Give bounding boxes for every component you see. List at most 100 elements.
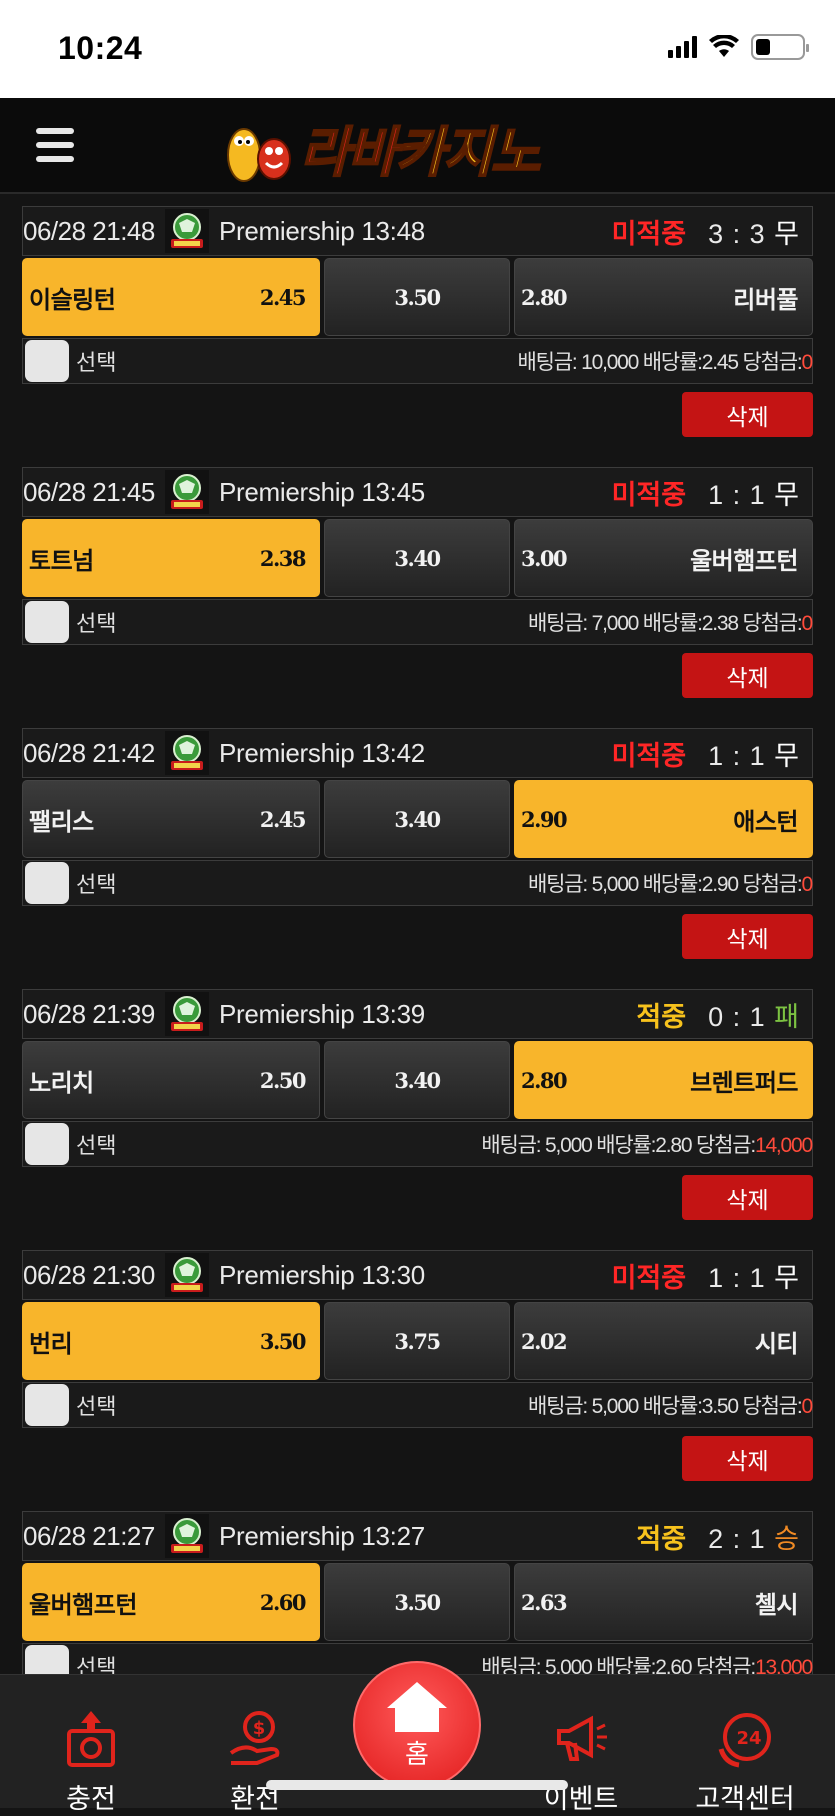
away-odd-button[interactable]: 2.02 시티: [514, 1302, 813, 1380]
home-odd-button[interactable]: 울버햄프턴 2.60: [22, 1563, 320, 1641]
draw-odd-value: 3.40: [394, 806, 441, 832]
bet-info-row: 선택 배팅금: 5,000 배당률:2.90 당첨금:0: [22, 860, 813, 906]
home-team: 이슬링턴: [29, 286, 116, 314]
home-team: 토트넘: [29, 547, 94, 575]
bet-time: 06/28 21:30: [23, 1259, 155, 1290]
draw-odd-button[interactable]: 3.40: [324, 519, 510, 597]
bet-score: 2 : 1 승: [708, 1523, 800, 1554]
away-odd-value: 2.63: [521, 1589, 568, 1615]
signal-icon: [668, 36, 697, 58]
home-odd-button[interactable]: 이슬링턴 2.45: [22, 258, 320, 336]
soccer-icon: [165, 731, 209, 775]
bet-outcome: 승: [774, 1523, 800, 1554]
home-odd-value: 2.45: [259, 806, 307, 832]
bet-league: Premiership 13:45: [219, 476, 425, 507]
bet-info-row: 선택 배팅금: 5,000 배당률:2.80 당첨금:14,000: [22, 1121, 813, 1167]
bet-result: 적중: [636, 1523, 687, 1554]
away-odd-button[interactable]: 2.90 애스턴: [514, 780, 813, 858]
larva-mascot-icon: [227, 128, 291, 182]
home-odd-value: 2.45: [259, 284, 307, 310]
select-checkbox[interactable]: [25, 1123, 69, 1165]
away-team: 브렌트퍼드: [690, 1069, 798, 1097]
tab-support[interactable]: 24 고객센터: [690, 1709, 800, 1816]
soccer-icon: [165, 992, 209, 1036]
select-checkbox[interactable]: [25, 1384, 69, 1426]
svg-text:24: 24: [736, 1728, 761, 1749]
bet-score: 1 : 1 무: [708, 1262, 800, 1293]
delete-button[interactable]: 삭제: [682, 392, 813, 437]
select-label: 선택: [76, 611, 117, 636]
home-odd-value: 2.38: [259, 545, 307, 571]
bet-header: 06/28 21:48 Premiership 13:48 미적중 3 : 3 …: [22, 206, 813, 256]
home-odd-button[interactable]: 토트넘 2.38: [22, 519, 320, 597]
soccer-icon: [165, 209, 209, 253]
draw-odd-button[interactable]: 3.40: [324, 780, 510, 858]
select-checkbox[interactable]: [25, 601, 69, 643]
hamburger-menu-icon[interactable]: [36, 128, 74, 162]
home-odd-value: 2.50: [259, 1067, 307, 1093]
wifi-icon: [709, 35, 739, 57]
charge-icon: [67, 1711, 115, 1767]
home-odd-button[interactable]: 팰리스 2.45: [22, 780, 320, 858]
away-odd-button[interactable]: 2.80 브렌트퍼드: [514, 1041, 813, 1119]
bet-header: 06/28 21:45 Premiership 13:45 미적중 1 : 1 …: [22, 467, 813, 517]
away-team: 애스턴: [733, 808, 798, 836]
draw-odd-button[interactable]: 3.75: [324, 1302, 510, 1380]
soccer-icon: [165, 1514, 209, 1558]
draw-odd-button[interactable]: 3.40: [324, 1041, 510, 1119]
tab-event[interactable]: 이벤트: [526, 1709, 636, 1816]
away-odd-button[interactable]: 2.80 리버풀: [514, 258, 813, 336]
bet-league: Premiership 13:48: [219, 215, 425, 246]
odds-row: 팰리스 2.45 3.40 2.90 애스턴: [22, 780, 813, 858]
bet-outcome: 무: [774, 1262, 800, 1293]
tab-label: 충전: [66, 1784, 116, 1814]
draw-odd-value: 3.40: [394, 545, 441, 571]
bet-card: 06/28 21:45 Premiership 13:45 미적중 1 : 1 …: [22, 467, 813, 728]
away-odd-value: 3.00: [521, 545, 568, 571]
home-indicator: [266, 1780, 568, 1790]
home-button[interactable]: 홈: [353, 1661, 481, 1789]
draw-odd-button[interactable]: 3.50: [324, 1563, 510, 1641]
away-odd-button[interactable]: 2.63 첼시: [514, 1563, 813, 1641]
home-icon: [387, 1681, 447, 1732]
select-checkbox[interactable]: [25, 862, 69, 904]
app-header: 라바카지노: [0, 98, 835, 194]
bet-header: 06/28 21:27 Premiership 13:27 적중 2 : 1 승: [22, 1511, 813, 1561]
bet-header: 06/28 21:30 Premiership 13:30 미적중 1 : 1 …: [22, 1250, 813, 1300]
battery-icon: [751, 34, 809, 60]
home-odd-button[interactable]: 노리치 2.50: [22, 1041, 320, 1119]
bet-time: 06/28 21:45: [23, 476, 155, 507]
home-team: 팰리스: [29, 808, 94, 836]
away-odd-value: 2.02: [521, 1328, 568, 1354]
home-team: 번리: [29, 1330, 73, 1358]
delete-button[interactable]: 삭제: [682, 1175, 813, 1220]
app-logo[interactable]: 라바카지노: [222, 108, 617, 186]
tab-label: 고객센터: [695, 1784, 795, 1814]
bet-time: 06/28 21:48: [23, 215, 155, 246]
bet-result: 미적중: [611, 1262, 687, 1293]
bet-score: 3 : 3 무: [708, 218, 800, 249]
exchange-icon: $: [229, 1711, 280, 1765]
draw-odd-value: 3.50: [394, 284, 441, 310]
select-checkbox[interactable]: [25, 340, 69, 382]
bet-league: Premiership 13:30: [219, 1259, 425, 1290]
home-team: 울버햄프턴: [29, 1591, 137, 1619]
bet-score: 0 : 1 패: [708, 1001, 800, 1032]
select-label: 선택: [76, 1133, 117, 1158]
delete-button[interactable]: 삭제: [682, 914, 813, 959]
tab-charge[interactable]: 충전: [36, 1709, 146, 1816]
delete-button[interactable]: 삭제: [682, 1436, 813, 1481]
delete-button[interactable]: 삭제: [682, 653, 813, 698]
tab-label: 홈: [405, 1738, 429, 1769]
away-odd-button[interactable]: 3.00 울버햄프턴: [514, 519, 813, 597]
bet-score: 1 : 1 무: [708, 740, 800, 771]
away-team: 첼시: [754, 1591, 799, 1619]
bet-detail: 배팅금: 7,000 배당률:2.38 당첨금:0: [527, 612, 813, 635]
tab-exchange[interactable]: $ 환전: [200, 1709, 310, 1816]
bet-result: 적중: [636, 1001, 687, 1032]
bet-time: 06/28 21:39: [23, 998, 155, 1029]
bet-score: 1 : 1 무: [708, 479, 800, 510]
status-bar: 10:24: [0, 0, 835, 98]
draw-odd-button[interactable]: 3.50: [324, 258, 510, 336]
home-odd-button[interactable]: 번리 3.50: [22, 1302, 320, 1380]
